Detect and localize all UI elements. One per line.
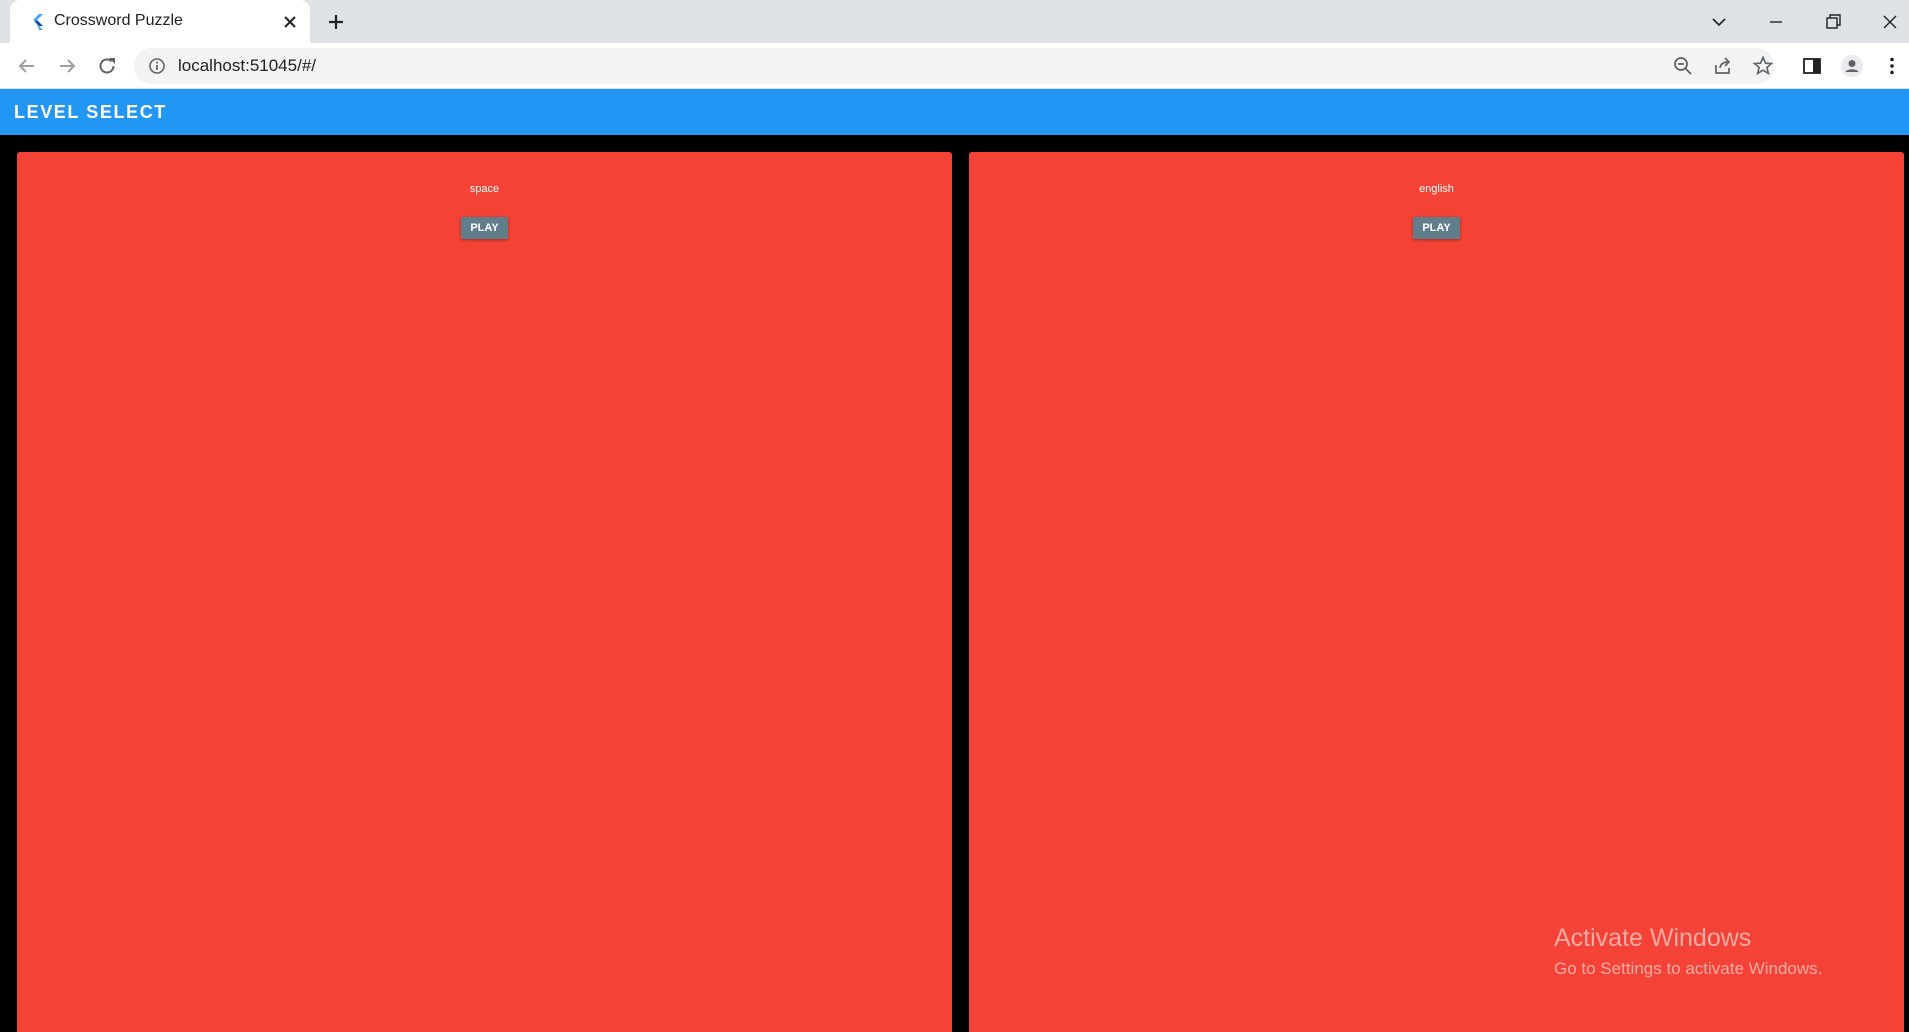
- level-card-english: english PLAY: [969, 152, 1904, 1032]
- level-name: english: [1419, 183, 1454, 195]
- star-icon[interactable]: [1752, 55, 1774, 77]
- side-panel-icon[interactable]: [1800, 54, 1824, 78]
- level-name: space: [469, 183, 500, 195]
- flutter-icon: [33, 14, 43, 30]
- restore-icon[interactable]: [1819, 8, 1847, 36]
- reload-icon[interactable]: [95, 54, 119, 78]
- play-button[interactable]: PLAY: [1413, 217, 1460, 239]
- forward-icon[interactable]: [55, 54, 79, 78]
- level-grid: space PLAY english PLAY: [0, 135, 1909, 1032]
- page-title: LEVEL SELECT: [14, 102, 167, 122]
- profile-icon[interactable]: [1840, 54, 1864, 78]
- share-icon[interactable]: [1712, 55, 1734, 77]
- chevron-down-icon[interactable]: [1705, 8, 1733, 36]
- browser-toolbar: localhost:51045/#/: [0, 43, 1909, 89]
- windows-activation-watermark: Activate Windows Go to Settings to activ…: [1554, 924, 1822, 979]
- play-button[interactable]: PLAY: [461, 217, 508, 239]
- minimize-icon[interactable]: [1762, 8, 1790, 36]
- plus-icon[interactable]: [325, 11, 347, 33]
- more-vert-icon[interactable]: [1880, 54, 1904, 78]
- close-icon[interactable]: [1876, 8, 1904, 36]
- back-icon[interactable]: [15, 54, 39, 78]
- zoom-out-icon[interactable]: [1672, 55, 1694, 77]
- browser-tab[interactable]: Crossword Puzzle: [10, 0, 310, 43]
- address-bar[interactable]: localhost:51045/#/: [134, 48, 1774, 84]
- tab-title: Crossword Puzzle: [54, 12, 183, 29]
- info-icon[interactable]: [148, 57, 166, 75]
- app-bar: LEVEL SELECT: [0, 89, 1909, 135]
- url-text[interactable]: localhost:51045/#/: [178, 56, 316, 76]
- browser-tab-strip: Crossword Puzzle: [0, 0, 1909, 43]
- level-card-space: space PLAY: [17, 152, 952, 1032]
- watermark-subtitle: Go to Settings to activate Windows.: [1554, 959, 1823, 978]
- close-icon[interactable]: [280, 12, 300, 32]
- watermark-title: Activate Windows: [1554, 924, 1752, 952]
